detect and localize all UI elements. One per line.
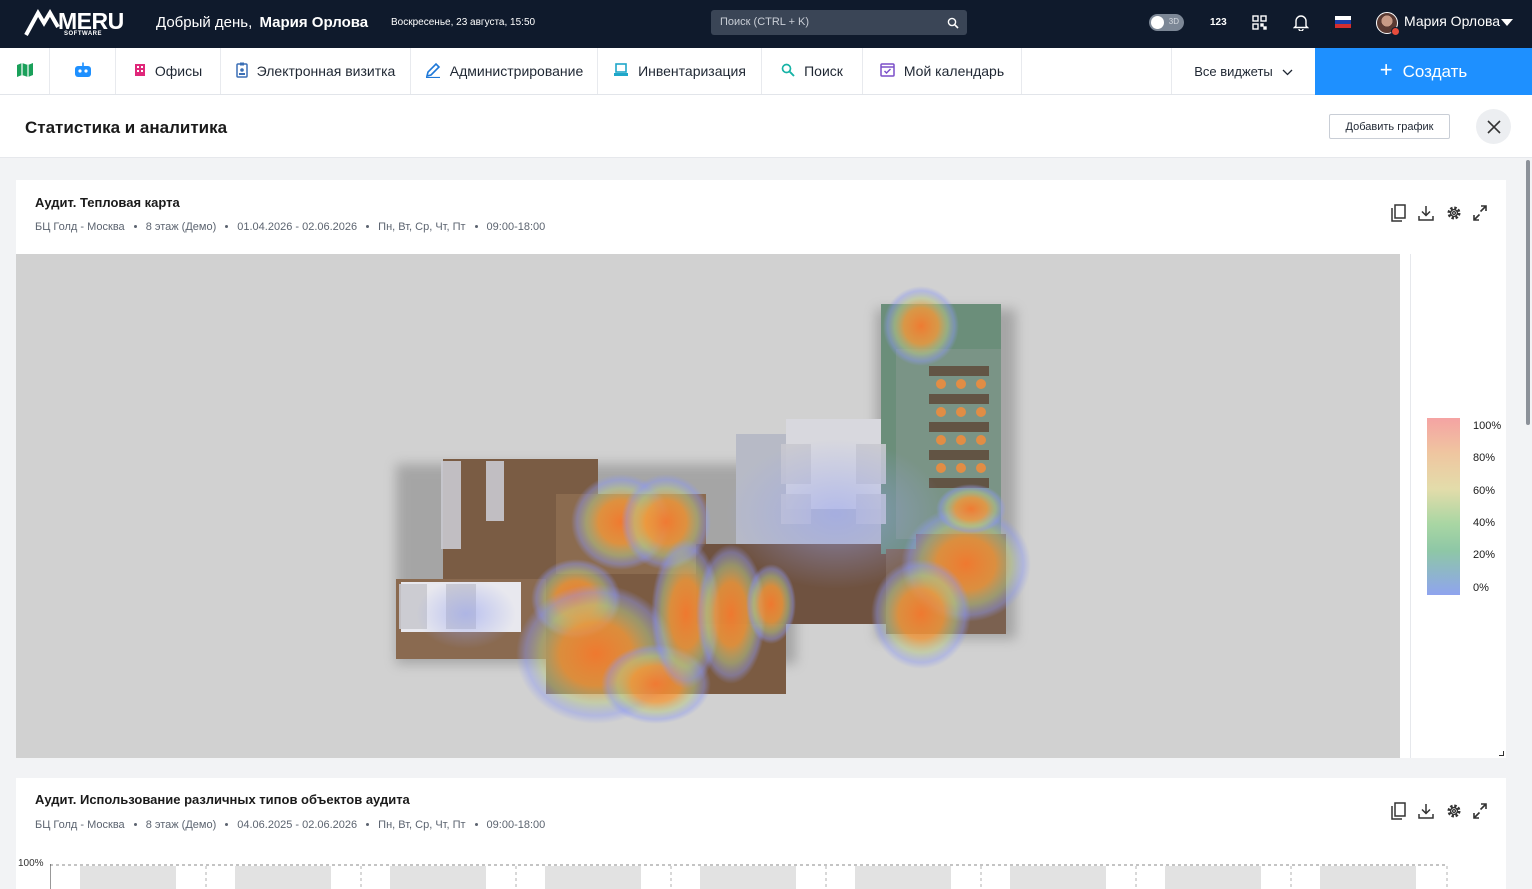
download-icon[interactable] [1418, 802, 1434, 820]
toggle-knob [1151, 16, 1164, 29]
create-button-label: Создать [1402, 61, 1468, 81]
filter-floor: 8 этаж (Демо) [145, 819, 217, 831]
card-title: Аудит. Использование различных типов объ… [35, 792, 410, 807]
current-datetime: Воскресенье, 23 августа, 15:50 [391, 17, 536, 28]
legend-label-20: 20% [1473, 549, 1496, 561]
usage-bar-chart[interactable] [49, 864, 1450, 889]
filter-period: 01.04.2026 - 02.06.2026 [237, 221, 358, 233]
greeting-user-name: Мария Орлова [259, 14, 369, 31]
card-title: Аудит. Тепловая карта [35, 195, 180, 210]
legend-color-scale [1427, 418, 1460, 595]
card-actions [1391, 204, 1488, 222]
legend-label-100: 100% [1473, 420, 1502, 432]
usage-bars [80, 866, 1416, 889]
nav-inventory[interactable]: Инвентаризация [598, 48, 762, 94]
profile-menu-caret-icon[interactable] [1501, 19, 1513, 26]
filter-weekdays: Пн, Вт, Ср, Чт, Пт [378, 221, 466, 233]
audit-usage-card: Аудит. Использование различных типов объ… [16, 778, 1506, 889]
view-mode-toggle[interactable]: 3D [1149, 14, 1184, 31]
nav-offices[interactable]: Офисы [116, 48, 221, 94]
user-avatar[interactable] [1376, 12, 1400, 36]
nav-map[interactable] [0, 48, 50, 94]
laptop-icon [613, 62, 629, 80]
card-filters: БЦ Голд - Москва 8 этаж (Демо) 04.06.2025 … [35, 819, 545, 831]
search-icon [781, 63, 795, 80]
nav-search[interactable]: Поиск [762, 48, 863, 94]
nav-search-label: Поиск [804, 63, 843, 79]
heatmap-card: Аудит. Тепловая карта БЦ Голд - Москва 8 … [16, 180, 1506, 758]
legend-label-40: 40% [1473, 517, 1496, 529]
filter-period: 04.06.2025 - 02.06.2026 [237, 819, 358, 831]
heatmap-legend: 100% 80% 60% 40% 20% 0% [1410, 254, 1506, 758]
filter-hours: 09:00-18:00 [486, 221, 546, 233]
resize-handle[interactable] [1499, 751, 1504, 756]
meru-logo[interactable]: MERU SOFTWARE [24, 7, 124, 39]
nav-offices-label: Офисы [154, 63, 203, 79]
download-icon[interactable] [1418, 204, 1434, 222]
greeting: Добрый день, Мария Орлова [156, 14, 368, 31]
nav-administration-label: Администрирование [449, 63, 584, 79]
logo-subtext: SOFTWARE [64, 31, 102, 37]
main-navigation: Офисы Электронная визитка Администрирова… [0, 48, 1532, 95]
numbering-button[interactable]: 123 [1210, 17, 1227, 28]
close-icon [1486, 119, 1501, 134]
heatmap-floor-plan[interactable] [16, 254, 1400, 758]
filter-hours: 09:00-18:00 [486, 819, 546, 831]
settings-gear-icon[interactable] [1445, 802, 1461, 820]
filter-weekdays: Пн, Вт, Ср, Чт, Пт [378, 819, 466, 831]
chevron-down-icon [1282, 64, 1293, 79]
qr-code-icon[interactable] [1252, 15, 1267, 35]
all-widgets-dropdown[interactable]: Все виджеты [1171, 48, 1315, 94]
filter-office: БЦ Голд - Москва [35, 819, 125, 831]
pencil-icon [425, 62, 441, 81]
legend-label-60: 60% [1473, 485, 1496, 497]
nav-my-calendar[interactable]: Мой календарь [863, 48, 1022, 94]
search-icon[interactable] [947, 16, 959, 34]
create-button[interactable]: + Создать [1315, 48, 1532, 95]
legend-label-0: 0% [1473, 582, 1489, 594]
copy-icon[interactable] [1391, 802, 1407, 820]
status-dot [1391, 27, 1400, 36]
nav-business-card-label: Электронная визитка [256, 63, 396, 79]
y-axis-top-label: 100% [18, 858, 44, 869]
badge-icon [235, 62, 248, 81]
nav-assistant[interactable] [50, 48, 116, 94]
calendar-icon [880, 62, 895, 80]
notifications-bell-icon[interactable] [1292, 14, 1310, 36]
building-icon [134, 63, 146, 80]
page-title: Статистика и аналитика [25, 118, 228, 137]
nav-business-card[interactable]: Электронная визитка [221, 48, 411, 94]
nav-inventory-label: Инвентаризация [638, 63, 746, 79]
settings-gear-icon[interactable] [1445, 204, 1461, 222]
page-scrollbar[interactable] [1525, 158, 1531, 889]
all-widgets-label: Все виджеты [1194, 63, 1273, 79]
legend-label-80: 80% [1473, 452, 1496, 464]
expand-icon[interactable] [1472, 204, 1488, 222]
filter-office: БЦ Голд - Москва [35, 221, 125, 233]
scrollbar-thumb[interactable] [1526, 160, 1530, 425]
card-filters: БЦ Голд - Москва 8 этаж (Демо) 01.04.2026 … [35, 221, 545, 233]
toggle-label: 3D [1168, 17, 1179, 26]
profile-name[interactable]: Мария Орлова [1404, 13, 1500, 29]
plus-icon: + [1379, 57, 1393, 82]
close-button[interactable] [1476, 109, 1511, 144]
map-icon [16, 62, 34, 81]
robot-icon [73, 62, 93, 81]
expand-icon[interactable] [1472, 802, 1488, 820]
search-placeholder: Поиск (CTRL + K) [720, 16, 810, 28]
page-header: Статистика и аналитика Добавить график [0, 95, 1532, 158]
global-search[interactable]: Поиск (CTRL + K) [711, 10, 967, 35]
top-bar: MERU SOFTWARE Добрый день, Мария Орлова … [0, 0, 1532, 48]
filter-floor: 8 этаж (Демо) [145, 221, 217, 233]
nav-my-calendar-label: Мой календарь [903, 63, 1005, 79]
add-chart-button[interactable]: Добавить график [1329, 114, 1450, 139]
card-actions [1391, 802, 1488, 820]
copy-icon[interactable] [1391, 204, 1407, 222]
greeting-prefix: Добрый день, [156, 14, 253, 31]
language-flag-icon[interactable] [1335, 16, 1351, 28]
nav-administration[interactable]: Администрирование [411, 48, 598, 94]
